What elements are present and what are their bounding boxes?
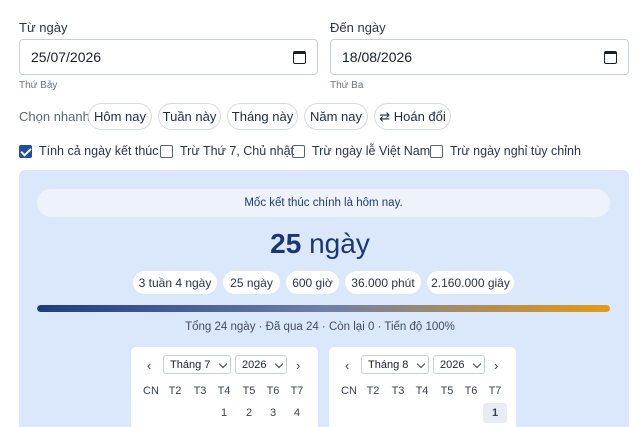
calendar-header: ‹ Tháng 8 2026 › xyxy=(329,355,516,375)
weekday-header: CN xyxy=(341,385,357,397)
weekday-header: T5 xyxy=(440,385,454,397)
option-label: Trừ ngày nghỉ tùy chỉnh xyxy=(450,144,581,158)
option-exclude-holidays[interactable]: Trừ ngày lễ Việt Nam xyxy=(292,144,430,158)
checkbox[interactable] xyxy=(430,144,443,158)
result-days-unit: ngày xyxy=(309,228,370,259)
weekday-header: T6 xyxy=(266,385,280,397)
checkbox-checked[interactable] xyxy=(19,144,32,158)
calendar-july: ‹ Tháng 7 2026 › CN T2 T3 T4 T5 T6 T7 1 … xyxy=(131,347,318,427)
from-weekday: Thứ Bảy xyxy=(19,80,58,91)
weekday-header: T7 xyxy=(290,385,304,397)
checkbox[interactable] xyxy=(292,144,305,158)
unit-seconds: 2.160.000 giây xyxy=(427,271,514,294)
chip-this-week[interactable]: Tuần này xyxy=(158,103,221,130)
result-days: 25 ngày xyxy=(0,228,640,260)
option-label: Trừ ngày lễ Việt Nam xyxy=(312,144,431,158)
calendar-day[interactable]: 1 xyxy=(212,407,236,419)
calendar-august: ‹ Tháng 8 2026 › CN T2 T3 T4 T5 T6 T7 1 xyxy=(329,347,516,427)
quick-select-label: Chọn nhanh: xyxy=(19,109,94,124)
unit-minutes: 36.000 phút xyxy=(345,271,421,294)
month-value: Tháng 7 xyxy=(170,358,211,371)
year-select[interactable]: 2026 xyxy=(433,355,485,374)
chip-this-month[interactable]: Tháng này xyxy=(227,103,298,130)
chevron-down-icon xyxy=(218,359,228,369)
calendar-day[interactable]: 2 xyxy=(237,407,261,419)
result-notice: Mốc kết thúc chính là hôm nay. xyxy=(37,189,610,217)
chevron-down-icon xyxy=(274,359,284,369)
weekday-header: T4 xyxy=(415,385,429,397)
weekday-header: T3 xyxy=(193,385,207,397)
option-label: Tính cả ngày kết thúc xyxy=(39,144,159,158)
result-summary: Tổng 24 ngày · Đã qua 24 · Còn lại 0 · T… xyxy=(185,321,455,333)
calendar-icon[interactable] xyxy=(604,50,617,64)
option-include-end-day[interactable]: Tính cả ngày kết thúc xyxy=(19,144,159,158)
from-label: Từ ngày xyxy=(19,20,68,35)
chevron-down-icon xyxy=(416,359,426,369)
chevron-down-icon xyxy=(472,359,482,369)
year-value: 2026 xyxy=(242,358,267,371)
from-date-input[interactable]: 25/07/2026 xyxy=(19,39,318,75)
calendar-day-today[interactable]: 1 xyxy=(483,403,507,423)
calendar-icon[interactable] xyxy=(293,50,306,64)
weekday-header: T5 xyxy=(242,385,256,397)
to-label: Đến ngày xyxy=(330,20,386,35)
chip-this-year[interactable]: Năm nay xyxy=(304,103,368,130)
weekday-header: T6 xyxy=(464,385,478,397)
weekday-header: T2 xyxy=(168,385,182,397)
weekday-header: T7 xyxy=(488,385,502,397)
chip-swap[interactable]: ⇄ Hoán đổi xyxy=(374,103,451,130)
result-days-number: 25 xyxy=(270,228,302,259)
unit-weeks: 3 tuần 4 ngày xyxy=(133,271,217,294)
to-date-value: 18/08/2026 xyxy=(342,49,413,65)
progress-bar xyxy=(37,305,610,312)
option-label: Trừ Thứ 7, Chủ nhật xyxy=(180,144,295,158)
to-date-input[interactable]: 18/08/2026 xyxy=(330,39,629,75)
next-month-icon[interactable]: › xyxy=(494,358,498,373)
calendar-day[interactable]: 3 xyxy=(261,407,285,419)
progress-bar-fill xyxy=(37,305,610,312)
prev-month-icon[interactable]: ‹ xyxy=(345,358,349,373)
calendar-header: ‹ Tháng 7 2026 › xyxy=(131,355,318,375)
year-value: 2026 xyxy=(440,358,465,371)
weekday-header: T4 xyxy=(217,385,231,397)
checkbox[interactable] xyxy=(160,144,173,158)
chip-today[interactable]: Hôm nay xyxy=(88,103,152,130)
month-select[interactable]: Tháng 8 xyxy=(361,355,429,374)
unit-days: 25 ngày xyxy=(223,271,280,294)
year-select[interactable]: 2026 xyxy=(235,355,287,374)
option-exclude-custom[interactable]: Trừ ngày nghỉ tùy chỉnh xyxy=(430,144,581,158)
month-select[interactable]: Tháng 7 xyxy=(163,355,231,374)
unit-hours: 600 giờ xyxy=(286,271,339,294)
option-exclude-weekend[interactable]: Trừ Thứ 7, Chủ nhật xyxy=(160,144,294,158)
to-weekday: Thứ Ba xyxy=(330,80,364,91)
month-value: Tháng 8 xyxy=(368,358,409,371)
calendar-day[interactable]: 4 xyxy=(285,407,309,419)
from-date-value: 25/07/2026 xyxy=(31,49,102,65)
prev-month-icon[interactable]: ‹ xyxy=(147,358,151,373)
weekday-header: T3 xyxy=(391,385,405,397)
weekday-header: CN xyxy=(143,385,159,397)
next-month-icon[interactable]: › xyxy=(296,358,300,373)
weekday-header: T2 xyxy=(366,385,380,397)
